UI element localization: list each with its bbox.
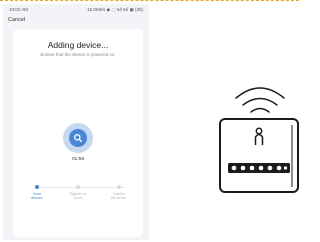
smart-relay-module-icon	[219, 118, 299, 193]
wifi-signal-icon	[235, 87, 285, 113]
device-illustration	[219, 87, 299, 193]
